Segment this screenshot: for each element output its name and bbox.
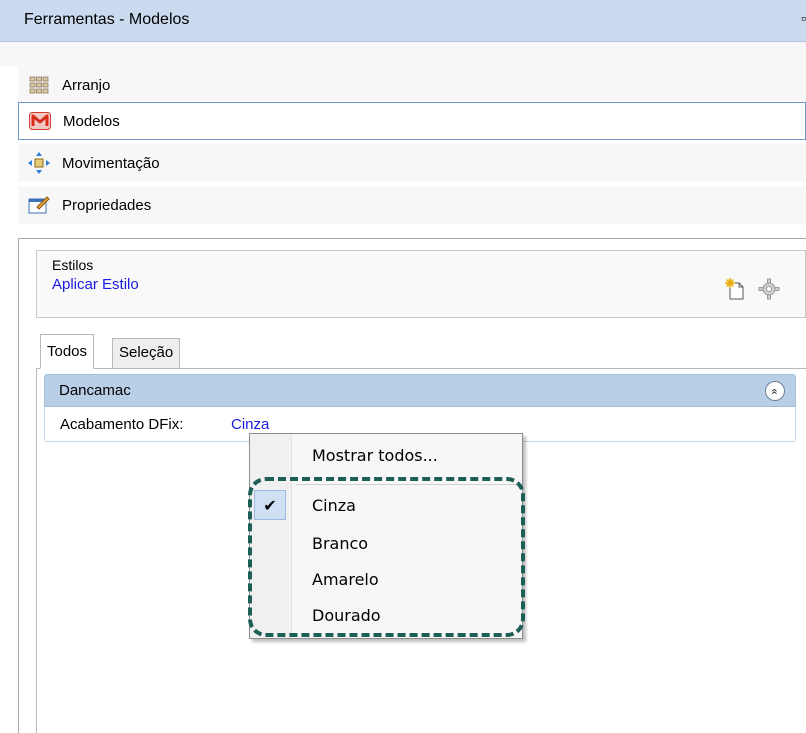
tab-selecao[interactable]: Seleção [112,338,181,369]
nav-item-arranjo[interactable]: Arranjo [18,66,806,104]
nav-item-propriedades[interactable]: Propriedades [18,186,806,224]
nav-item-label: Movimentação [62,154,160,172]
nav-item-movimentacao[interactable]: Movimentação [18,144,806,182]
properties-icon [28,194,50,216]
tab-todos[interactable]: Todos [40,334,95,369]
grid-icon [28,74,50,96]
property-label: Acabamento DFix: [60,416,184,433]
models-m-icon [29,110,51,132]
nav-item-label: Arranjo [62,76,111,94]
styles-group-title: Estilos [52,257,94,273]
gear-icon[interactable] [758,278,780,304]
apply-style-link[interactable]: Aplicar Estilo [52,276,139,293]
window-title: Ferramentas - Modelos [24,11,190,28]
title-bar: Ferramentas - Modelos ▫ [0,0,806,42]
tab-label: Seleção [119,344,174,361]
group-title: Dancamac [59,382,131,399]
highlight-annotation [248,477,525,637]
menu-item-show-all[interactable]: Mostrar todos... [250,438,522,472]
property-value-dropdown[interactable]: Cinza [231,416,269,433]
pin-icon[interactable]: ▫ [801,10,806,26]
group-header[interactable]: Dancamac » [44,374,796,407]
nav-item-label: Modelos [63,112,120,130]
menu-item-label: Mostrar todos... [312,446,438,465]
nav-item-label: Propriedades [62,196,152,214]
collapse-icon[interactable]: » [765,381,785,401]
spacer [0,42,806,66]
move-arrows-icon [28,152,50,174]
tab-label: Todos [47,343,88,360]
styles-group [36,250,806,318]
nav-item-modelos[interactable]: Modelos [18,102,806,140]
new-style-icon[interactable] [724,278,746,304]
